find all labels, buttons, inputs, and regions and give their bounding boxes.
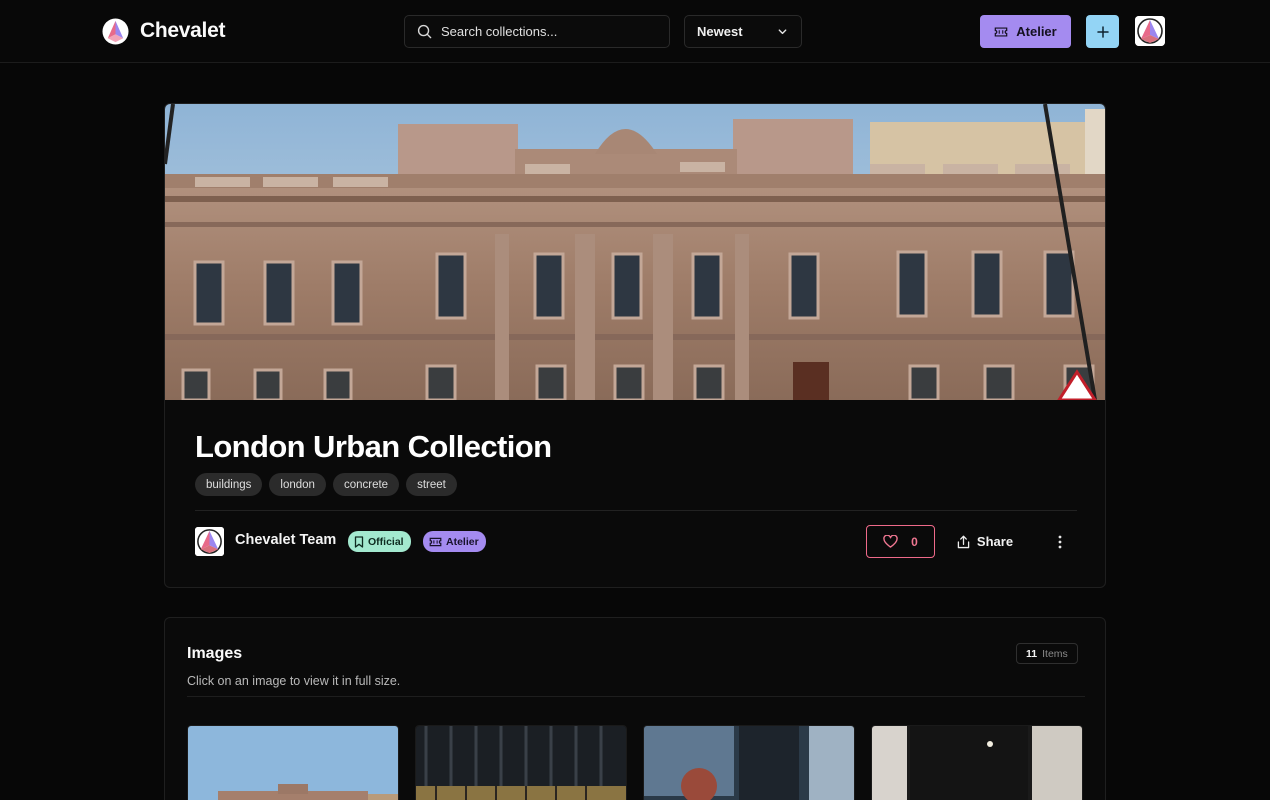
image-thumbnail[interactable] bbox=[643, 725, 855, 800]
image-thumbnail[interactable] bbox=[415, 725, 627, 800]
user-avatar[interactable] bbox=[1135, 16, 1165, 46]
sort-value: Newest bbox=[697, 24, 743, 39]
collection-header-card: London Urban Collection buildings london… bbox=[164, 103, 1106, 588]
heart-icon bbox=[883, 535, 898, 548]
collection-cover-image[interactable] bbox=[165, 104, 1106, 400]
search-icon bbox=[417, 24, 432, 39]
image-count-label: Items bbox=[1042, 647, 1068, 660]
tag-chip[interactable]: street bbox=[406, 473, 457, 496]
image-count: 11 bbox=[1026, 647, 1038, 660]
atelier-button[interactable]: Atelier bbox=[980, 15, 1071, 48]
sort-select[interactable]: Newest bbox=[684, 15, 802, 48]
divider bbox=[195, 510, 1077, 511]
top-navigation-bar: Chevalet Newest Atelier bbox=[0, 0, 1270, 63]
atelier-badge-label: Atelier bbox=[446, 535, 479, 548]
author-name[interactable]: Chevalet Team bbox=[235, 532, 336, 548]
images-section: Images Click on an image to view it in f… bbox=[164, 617, 1106, 800]
collection-title: London Urban Collection bbox=[195, 429, 552, 464]
images-section-title: Images bbox=[187, 645, 243, 662]
ticket-icon bbox=[994, 26, 1008, 37]
image-thumbnail[interactable] bbox=[187, 725, 399, 800]
avatar-icon bbox=[1135, 16, 1165, 46]
official-badge-label: Official bbox=[368, 535, 404, 548]
more-vertical-icon bbox=[1058, 535, 1062, 548]
share-icon bbox=[957, 535, 970, 548]
tag-chip[interactable]: london bbox=[269, 473, 326, 496]
chevron-down-icon bbox=[778, 29, 787, 35]
brand-name: Chevalet bbox=[140, 19, 226, 42]
images-section-subtitle: Click on an image to view it in full siz… bbox=[187, 674, 401, 688]
tag-chip[interactable]: concrete bbox=[332, 473, 400, 496]
share-button[interactable]: Share bbox=[950, 525, 1020, 558]
image-count-badge: 11 Items bbox=[1016, 643, 1078, 664]
divider bbox=[187, 696, 1085, 697]
tag-list: buildings london concrete street bbox=[195, 473, 457, 496]
atelier-button-label: Atelier bbox=[1016, 24, 1057, 39]
atelier-badge: Atelier bbox=[423, 531, 486, 552]
plus-icon bbox=[1096, 25, 1109, 38]
bookmark-icon bbox=[354, 535, 364, 548]
brand-link[interactable]: Chevalet bbox=[102, 17, 225, 45]
tag-chip[interactable]: buildings bbox=[195, 473, 263, 496]
image-grid bbox=[187, 725, 1083, 800]
avatar-icon bbox=[195, 527, 224, 556]
create-button[interactable] bbox=[1086, 15, 1119, 48]
ticket-icon bbox=[429, 537, 442, 546]
search-box[interactable] bbox=[404, 15, 670, 48]
image-thumbnail[interactable] bbox=[871, 725, 1083, 800]
like-count: 0 bbox=[911, 534, 918, 549]
logo-icon bbox=[102, 17, 129, 45]
share-button-label: Share bbox=[976, 534, 1014, 549]
author-avatar[interactable] bbox=[195, 527, 224, 556]
search-input[interactable] bbox=[441, 24, 651, 39]
official-badge: Official bbox=[348, 531, 411, 552]
like-button[interactable]: 0 bbox=[866, 525, 935, 558]
more-options-button[interactable] bbox=[1045, 525, 1075, 558]
